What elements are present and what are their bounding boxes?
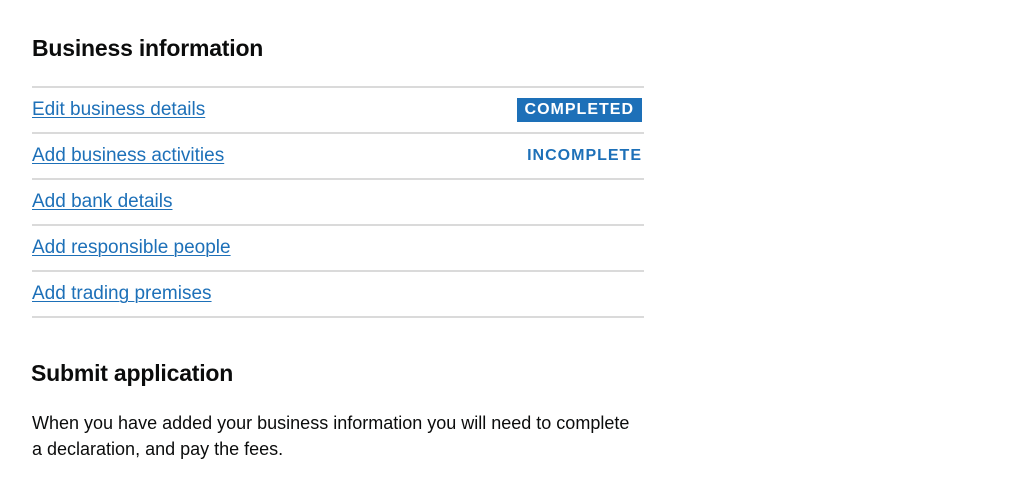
status-tag-incomplete: INCOMPLETE [527,147,642,164]
submit-application-heading: Submit application [31,360,234,386]
task-item-trading-premises: Add trading premises [32,272,644,318]
task-list: Edit business details COMPLETED Add busi… [32,86,644,318]
add-trading-premises-link[interactable]: Add trading premises [32,283,212,305]
add-business-activities-link[interactable]: Add business activities [32,145,224,167]
task-item-responsible-people: Add responsible people [32,226,644,272]
task-item-bank-details: Add bank details [32,180,644,226]
add-bank-details-link[interactable]: Add bank details [32,191,173,213]
submit-application-description: When you have added your business inform… [32,413,630,459]
business-information-heading: Business information [32,35,264,61]
task-item-business-activities: Add business activities INCOMPLETE [32,134,644,180]
add-responsible-people-link[interactable]: Add responsible people [32,237,231,259]
task-item-business-details: Edit business details COMPLETED [32,88,644,134]
status-tag-completed: COMPLETED [516,98,642,122]
edit-business-details-link[interactable]: Edit business details [32,99,205,121]
